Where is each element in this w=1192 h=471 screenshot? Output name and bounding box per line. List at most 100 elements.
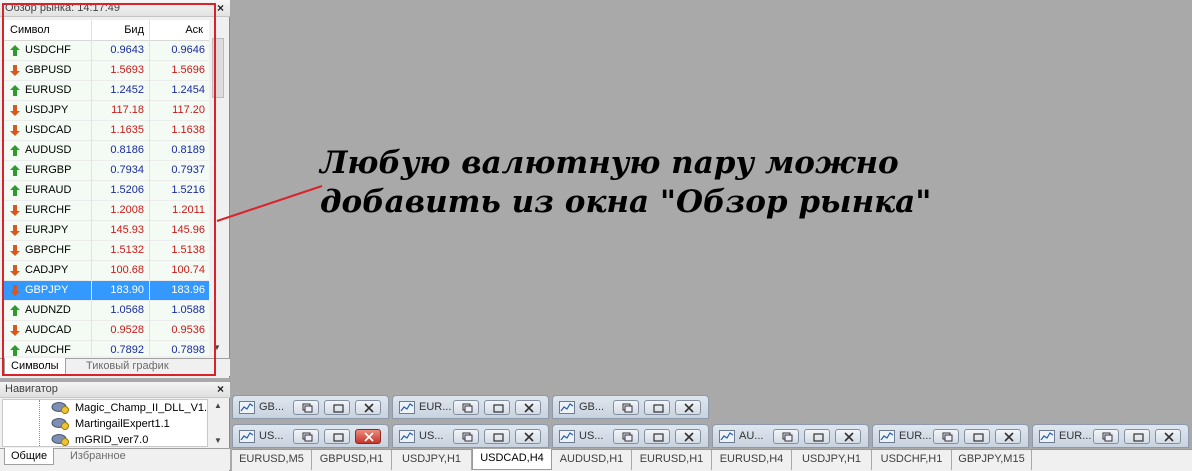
symbol-row-usdchf[interactable]: USDCHF 0.9643 0.9646 [3,41,209,61]
bid-price: 1.5132 [110,244,144,256]
minimized-chart-window[interactable]: EUR... [1032,424,1189,448]
close-button[interactable] [675,400,701,415]
navigator-item-label: MartingailExpert1.1 [75,418,170,430]
restore-button[interactable] [293,429,319,444]
close-button[interactable] [515,429,541,444]
close-button[interactable] [1155,429,1181,444]
symbol-row-euraud[interactable]: EURAUD 1.5206 1.5216 [3,181,209,201]
navigator-tree: Magic_Champ_II_DLL_V1.61 MartingailExpert… [2,399,208,447]
minimized-chart-window[interactable]: US... [232,424,389,448]
column-header-ask[interactable]: Аск [149,24,203,36]
close-button[interactable] [355,429,381,444]
close-button[interactable] [995,429,1021,444]
market-watch-close-icon[interactable]: × [217,2,224,14]
maximize-button[interactable] [484,400,510,415]
market-watch-header: Обзор рынка: 14:17:49 × [0,0,230,17]
maximize-button[interactable] [324,400,350,415]
restore-button[interactable] [453,400,479,415]
maximize-button[interactable] [324,429,350,444]
symbol-name: GBPUSD [25,64,72,76]
restore-button[interactable] [453,429,479,444]
chart-tab[interactable]: USDJPY,H1 [792,450,872,470]
close-button[interactable] [515,400,541,415]
symbol-row-usdjpy[interactable]: USDJPY 117.18 117.20 [3,101,209,121]
chart-tab[interactable]: EURUSD,H1 [632,450,712,470]
bid-price: 183.90 [110,284,144,296]
bid-price: 0.7892 [110,344,144,356]
symbol-row-eurgbp[interactable]: EURGBP 0.7934 0.7937 [3,161,209,181]
chart-window-icon [879,430,895,443]
maximize-button[interactable] [484,429,510,444]
column-header-bid[interactable]: Бид [90,24,144,36]
restore-icon [462,403,473,413]
market-watch-scrollbar[interactable]: ▼ [210,20,226,356]
symbol-row-gbpchf[interactable]: GBPCHF 1.5132 1.5138 [3,241,209,261]
restore-button[interactable] [1093,429,1119,444]
chart-tab[interactable]: AUDUSD,H1 [552,450,632,470]
close-button[interactable] [835,429,861,444]
symbol-row-cadjpy[interactable]: CADJPY 100.68 100.74 [3,261,209,281]
close-button[interactable] [675,429,701,444]
close-button[interactable] [355,400,381,415]
scroll-down-arrow-icon[interactable]: ▼ [213,343,221,352]
symbol-row-eurusd[interactable]: EURUSD 1.2452 1.2454 [3,81,209,101]
annotation-line-2: добавить из окна "Обзор рынка" [320,184,932,220]
ask-price: 1.2454 [171,84,205,96]
chart-tab[interactable]: EURUSD,H4 [712,450,792,470]
minimized-chart-window[interactable]: EUR... [392,395,549,419]
symbol-row-gbpusd[interactable]: GBPUSD 1.5693 1.5696 [3,61,209,81]
maximize-button[interactable] [964,429,990,444]
minimized-chart-window[interactable]: EUR... [872,424,1029,448]
maximize-button[interactable] [804,429,830,444]
restore-button[interactable] [293,400,319,415]
scroll-down-arrow-icon[interactable]: ▼ [214,436,222,445]
maximize-icon [1133,433,1144,442]
scrollbar-thumb[interactable] [212,38,224,98]
minimized-chart-window[interactable]: AU... [712,424,869,448]
restore-button[interactable] [933,429,959,444]
bid-price: 0.8186 [110,144,144,156]
symbol-row-gbpjpy[interactable]: GBPJPY 183.90 183.96 [3,281,209,301]
symbol-row-eurchf[interactable]: EURCHF 1.2008 1.2011 [3,201,209,221]
symbol-row-audnzd[interactable]: AUDNZD 1.0568 1.0588 [3,301,209,321]
navigator-scrollbar[interactable]: ▲ ▼ [210,399,226,447]
restore-button[interactable] [613,429,639,444]
symbol-name: GBPCHF [25,244,71,256]
chart-window-icon [239,430,255,443]
maximize-button[interactable] [644,400,670,415]
ask-price: 1.5138 [171,244,205,256]
minimized-chart-window[interactable]: GB... [552,395,709,419]
ask-price: 0.7937 [171,164,205,176]
symbol-name: AUDUSD [25,144,72,156]
bid-price: 1.0568 [110,304,144,316]
minimized-chart-window[interactable]: US... [392,424,549,448]
chart-window-icon [719,430,735,443]
chart-tab[interactable]: GBPUSD,H1 [312,450,392,470]
symbol-name: GBPJPY [25,284,69,296]
maximize-button[interactable] [1124,429,1150,444]
tab-favorites[interactable]: Избранное [64,448,132,465]
scroll-up-arrow-icon[interactable]: ▲ [214,401,222,410]
minimized-chart-window[interactable]: GB... [232,395,389,419]
symbol-row-audcad[interactable]: AUDCAD 0.9528 0.9536 [3,321,209,341]
symbol-row-eurjpy[interactable]: EURJPY 145.93 145.96 [3,221,209,241]
symbol-row-usdcad[interactable]: USDCAD 1.1635 1.1638 [3,121,209,141]
symbol-row-audusd[interactable]: AUDUSD 0.8186 0.8189 [3,141,209,161]
tab-symbols[interactable]: Символы [4,358,66,375]
chart-tab[interactable]: USDCAD,H4 [472,449,552,470]
tab-tick-chart[interactable]: Тиковый график [80,358,175,375]
chart-tab[interactable]: GBPJPY,M15 [952,450,1032,470]
restore-button[interactable] [773,429,799,444]
column-header-symbol[interactable]: Символ [10,24,50,36]
chart-tab[interactable]: USDJPY,H1 [392,450,472,470]
symbol-row-audchf[interactable]: AUDCHF 0.7892 0.7898 [3,341,209,356]
tab-general[interactable]: Общие [4,448,55,465]
chart-tab[interactable]: USDCHF,H1 [872,450,952,470]
maximize-button[interactable] [644,429,670,444]
minimized-window-title: US... [419,430,444,442]
bid-price: 145.93 [110,224,144,236]
chart-tab[interactable]: EURUSD,M5 [232,450,312,470]
restore-button[interactable] [613,400,639,415]
minimized-chart-window[interactable]: US... [552,424,709,448]
navigator-close-icon[interactable]: × [217,383,224,395]
